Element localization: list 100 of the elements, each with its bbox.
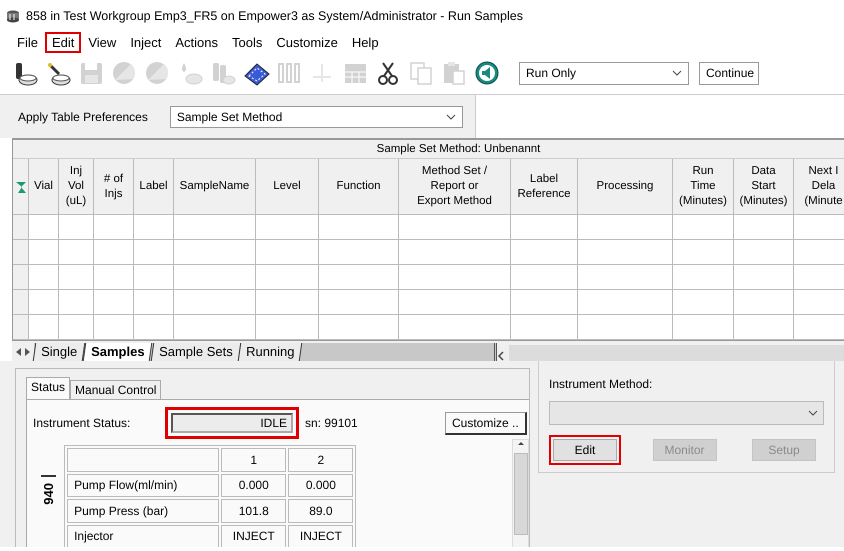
table-cell[interactable] [256,265,319,290]
horizontal-scrollbar[interactable] [509,345,844,361]
row-header[interactable] [13,290,29,315]
table-cell[interactable] [399,215,511,240]
table-cell[interactable] [29,240,59,265]
table-cell: 89.0 [288,499,354,522]
table-cell[interactable] [511,315,578,340]
table-cell[interactable] [29,315,59,340]
menu-item[interactable]: Customize [269,32,345,52]
table-cell[interactable] [94,215,134,240]
speaker-icon[interactable] [474,60,501,86]
sheet-tab[interactable]: Sample Sets [150,343,241,361]
caret-icon [672,69,682,77]
table-cell[interactable] [174,240,256,265]
table-cell[interactable] [134,290,174,315]
table-cell[interactable] [94,240,134,265]
table-cell[interactable] [319,290,399,315]
table-cell[interactable] [511,290,578,315]
table-cell[interactable] [94,315,134,340]
row-header[interactable] [13,265,29,290]
table-cell[interactable] [319,240,399,265]
window-title: 858 in Test Workgroup Emp3_FR5 on Empower3 as System/Administrator - Run Samples [26,9,523,23]
caret-icon [446,112,456,120]
menu-item[interactable]: Tools [225,32,270,52]
table-cell[interactable] [29,265,59,290]
sheet-tab[interactable]: Samples [82,343,153,361]
table-cell[interactable] [174,215,256,240]
menu-item[interactable]: Edit [44,32,82,52]
table-cell[interactable] [256,315,319,340]
table-cell[interactable] [134,315,174,340]
table-cell[interactable] [29,290,59,315]
sheet-tab[interactable]: Single [32,343,86,361]
table-cell[interactable] [578,315,673,340]
menu-item[interactable]: Actions [168,32,226,52]
table-cell[interactable] [734,315,794,340]
preferences-label: Apply Table Preferences [18,110,148,124]
table-cell[interactable] [578,265,673,290]
table-cell[interactable] [511,215,578,240]
table-cell[interactable] [29,215,59,240]
table-cell[interactable] [174,315,256,340]
row-header[interactable] [13,215,29,240]
table-cell[interactable] [673,290,734,315]
table-cell[interactable] [734,290,794,315]
table-cell[interactable] [59,315,94,340]
row-header[interactable] [13,315,29,340]
table-cell[interactable] [256,240,319,265]
table-cell[interactable] [59,265,94,290]
scroll-left-icon [497,351,505,361]
panel-tab[interactable]: Manual Control [70,380,162,399]
vertical-scrollbar[interactable] [512,439,529,547]
table-cell[interactable] [399,315,511,340]
table-cell[interactable] [673,215,734,240]
table-cell[interactable] [578,290,673,315]
module-label: 940 [41,483,56,505]
table-cell[interactable] [319,315,399,340]
table-cell[interactable] [511,240,578,265]
table-cell[interactable] [94,290,134,315]
menu-item[interactable]: File [10,32,45,52]
menu-item[interactable]: Help [344,32,386,52]
table-cell[interactable] [134,265,174,290]
preferences-dropdown[interactable]: Sample Set Method [170,106,463,128]
sheet-tab[interactable]: Running [238,343,304,361]
table-cell: 0.000 [221,474,286,497]
table-cell[interactable] [673,265,734,290]
table-cell[interactable] [734,265,794,290]
table-cell[interactable] [399,265,511,290]
next-arrow-icon[interactable] [24,347,31,357]
table-cell[interactable] [734,215,794,240]
table-cell[interactable] [399,240,511,265]
method-button[interactable]: Edit [553,439,617,461]
instrument-method-dropdown[interactable] [549,401,824,425]
table-cell[interactable] [59,215,94,240]
grid-title: Sample Set Method: Unbenannt [376,143,540,155]
table-cell[interactable] [134,215,174,240]
table-cell[interactable] [256,215,319,240]
table-cell[interactable] [59,240,94,265]
table-cell[interactable] [511,265,578,290]
table-cell[interactable] [673,315,734,340]
table-cell[interactable] [734,240,794,265]
table-cell[interactable] [673,240,734,265]
table-cell[interactable] [578,240,673,265]
menu-item[interactable]: Inject [123,32,168,52]
row-header[interactable] [13,240,29,265]
table-cell[interactable] [59,290,94,315]
table-cell[interactable] [174,290,256,315]
table-cell[interactable] [399,290,511,315]
menu-item[interactable]: View [81,32,124,52]
table-cell[interactable] [94,265,134,290]
table-cell[interactable] [578,215,673,240]
customize-button[interactable]: Customize .. [445,412,527,434]
table-cell[interactable] [134,240,174,265]
table-cell[interactable] [319,265,399,290]
table-cell[interactable] [256,290,319,315]
run-mode-dropdown[interactable]: Run Only [519,62,689,84]
table-cell[interactable] [174,265,256,290]
previous-arrow-icon[interactable] [15,347,22,357]
table-cell[interactable] [319,215,399,240]
table-cell: Pump Flow(ml/min) [67,474,220,497]
continue-dropdown[interactable]: Continue [699,62,759,84]
panel-tab[interactable]: Status [26,377,70,399]
